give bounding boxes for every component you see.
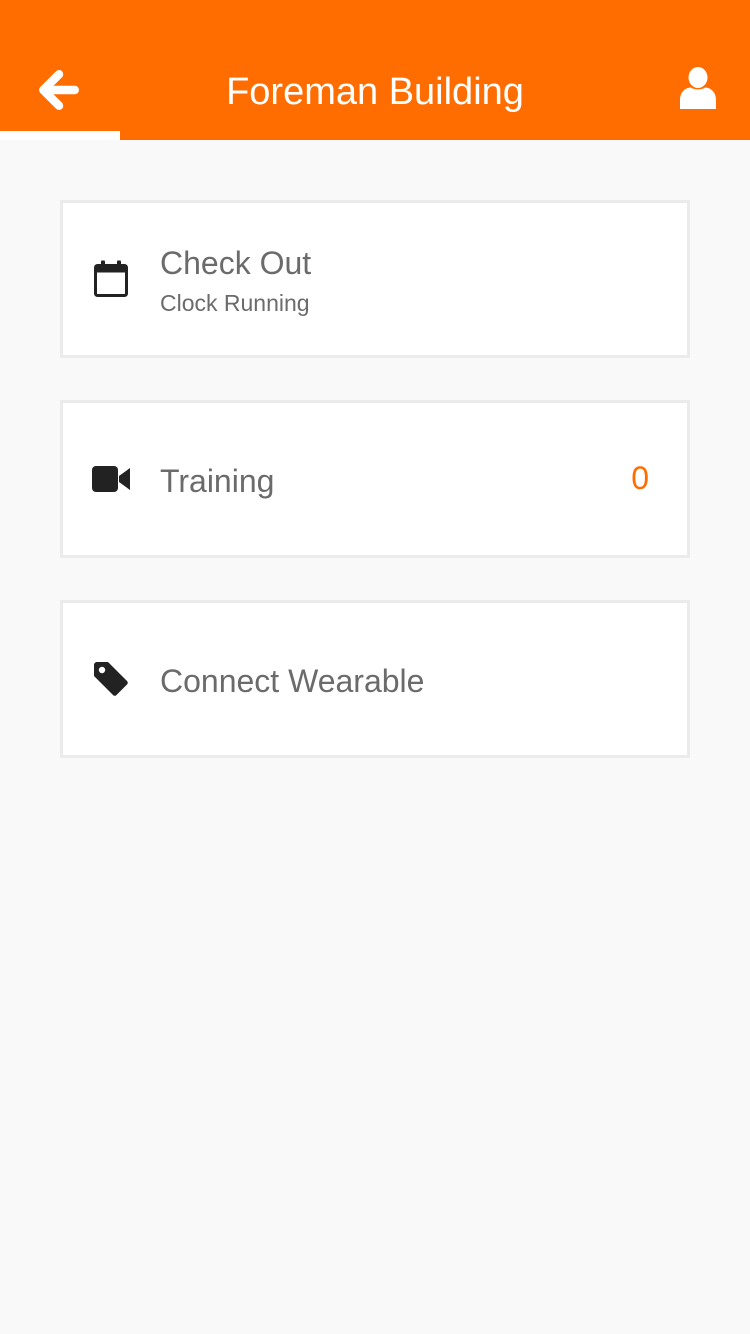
arrow-left-icon	[37, 69, 80, 116]
connect-wearable-label: Connect Wearable	[160, 663, 425, 699]
training-count-badge: 0	[631, 460, 649, 496]
page-title: Foreman Building	[226, 71, 524, 113]
calendar-icon	[91, 259, 131, 299]
profile-button[interactable]	[672, 64, 724, 116]
header-bar: Foreman Building	[0, 0, 750, 140]
video-camera-icon	[91, 459, 131, 499]
training-label: Training	[160, 463, 275, 499]
user-icon	[680, 66, 716, 114]
active-indicator	[0, 131, 120, 140]
clock-status-label: Clock Running	[160, 290, 310, 316]
check-out-card[interactable]: Check Out Clock Running	[60, 200, 690, 358]
tag-icon	[91, 659, 131, 699]
check-out-label: Check Out	[160, 245, 312, 281]
back-button[interactable]	[30, 64, 86, 120]
connect-wearable-card[interactable]: Connect Wearable	[60, 600, 690, 758]
training-card[interactable]: Training 0	[60, 400, 690, 558]
